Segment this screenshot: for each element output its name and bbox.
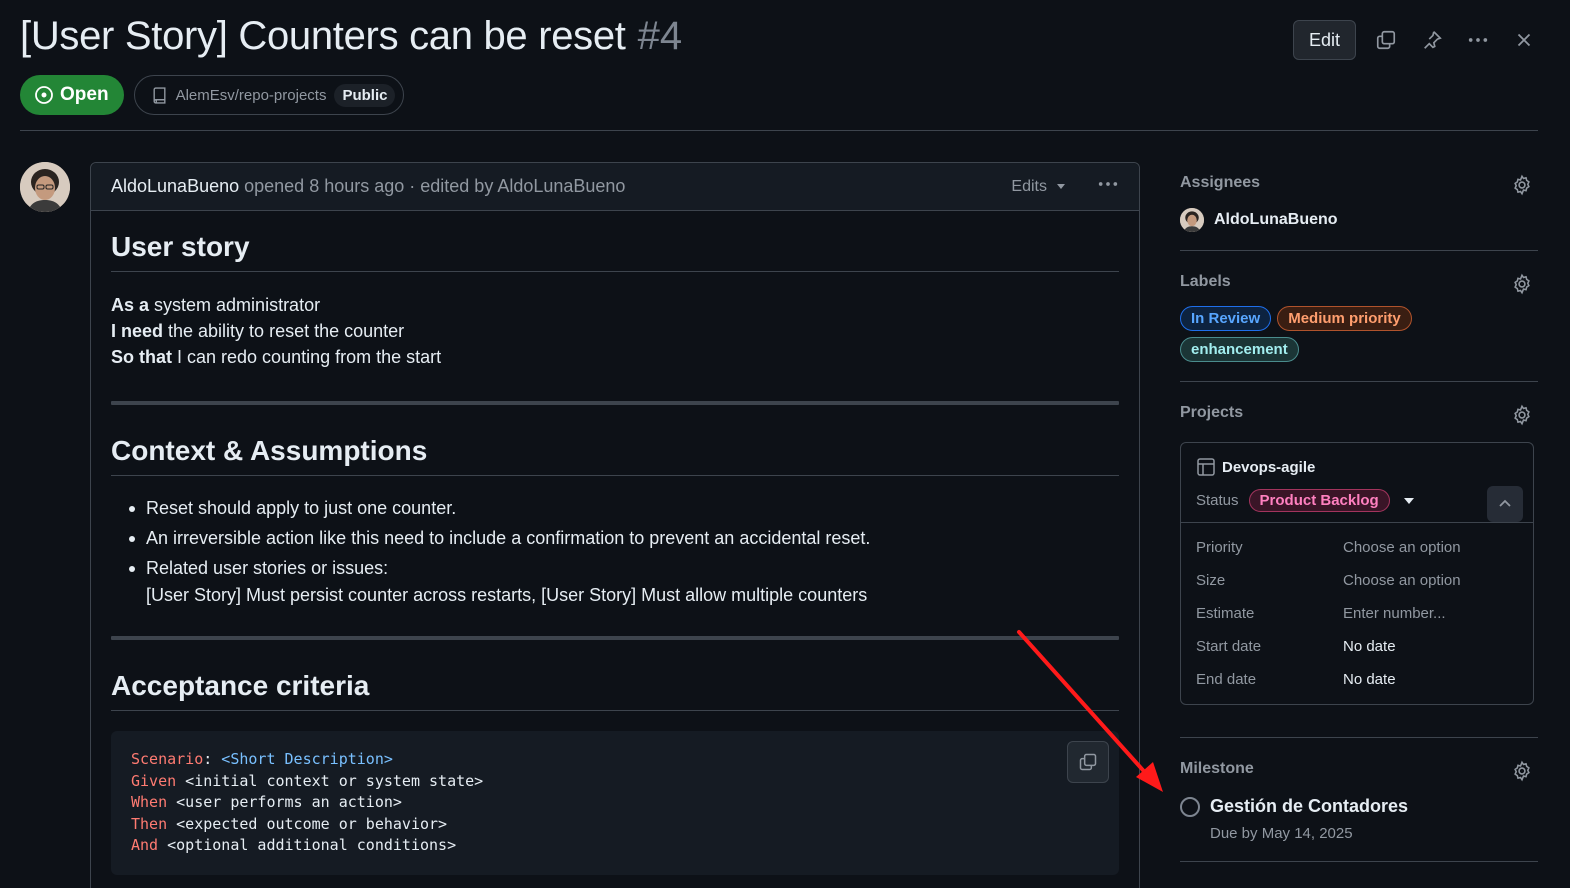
assignee-item[interactable]: AldoLunaBueno <box>1180 208 1538 232</box>
story-i-need: I need the ability to reset the counter <box>111 321 405 341</box>
story-as-a: As a system administrator <box>111 295 321 315</box>
edit-button[interactable]: Edit <box>1292 20 1356 60</box>
state-badge-open: Open <box>20 75 124 115</box>
milestone-title: Milestone <box>1180 760 1254 777</box>
milestone-progress-icon <box>1180 796 1200 817</box>
list-item: An irreversible action like this need to… <box>125 523 1119 553</box>
assignee-name: AldoLunaBueno <box>1214 211 1338 228</box>
heading-acceptance: Acceptance criteria <box>111 670 1119 711</box>
label-enhancement[interactable]: enhancement <box>1180 337 1299 362</box>
issue-meta-row: Open AlemEsv/repo-projects Public <box>20 75 405 115</box>
labels-section: Labels In Review Medium priority enhance… <box>1180 251 1538 382</box>
label-in-review[interactable]: In Review <box>1180 306 1272 331</box>
table-icon <box>1197 458 1215 476</box>
repo-link[interactable]: AlemEsv/repo-projects Public <box>133 75 405 115</box>
issue-page: [User Story] Counters can be reset #4 Ed… <box>0 0 1570 888</box>
issue-title-row: [User Story] Counters can be reset #4 <box>20 14 682 59</box>
more-options-icon[interactable] <box>1462 24 1494 56</box>
project-card-header: Devops-agile Status Product Backlog <box>1181 443 1533 523</box>
section-divider <box>111 636 1119 640</box>
comment-header: AldoLunaBueno opened 8 hours ago · edite… <box>91 163 1139 211</box>
field-estimate[interactable]: Estimate Enter number... <box>1196 597 1518 630</box>
status-value-pill[interactable]: Product Backlog <box>1248 489 1390 512</box>
code-block: Scenario: <Short Description> Given <ini… <box>111 731 1119 875</box>
header-actions: Edit <box>1292 20 1540 60</box>
repo-name: AlemEsv/repo-projects <box>175 86 327 104</box>
pin-icon[interactable] <box>1416 24 1448 56</box>
state-label: Open <box>60 84 109 105</box>
milestone-link[interactable]: Gestión de Contadores <box>1180 796 1538 817</box>
milestone-name: Gestión de Contadores <box>1210 796 1409 816</box>
projects-title: Projects <box>1180 404 1244 421</box>
list-item: Reset should apply to just one counter. <box>125 493 1119 523</box>
comment-body: User story As a system administrator I n… <box>91 231 1139 875</box>
list-item: Related user stories or issues: [User St… <box>125 553 1119 609</box>
author-avatar[interactable] <box>20 162 70 212</box>
heading-user-story: User story <box>111 231 1119 272</box>
project-fields: Priority Choose an option Size Choose an o… <box>1181 523 1533 704</box>
gear-icon[interactable] <box>1511 174 1533 196</box>
repo-icon <box>153 86 166 104</box>
field-priority[interactable]: Priority Choose an option <box>1196 531 1518 564</box>
edits-label: Edits <box>1011 177 1047 195</box>
assignees-title: Assignees <box>1180 174 1261 191</box>
issue-title: [User Story] Counters can be reset <box>20 14 626 58</box>
milestone-due-date: Due by May 14, 2025 <box>1210 825 1353 842</box>
field-start-date[interactable]: Start date No date <box>1196 630 1518 663</box>
visibility-badge: Public <box>334 83 396 107</box>
label-medium-priority[interactable]: Medium priority <box>1277 306 1412 331</box>
avatar <box>1180 208 1204 232</box>
status-label: Status <box>1196 492 1239 509</box>
close-icon[interactable] <box>1508 24 1540 56</box>
issue-number: #4 <box>637 14 683 58</box>
issue-open-icon <box>35 86 53 104</box>
copy-code-icon[interactable] <box>1067 741 1109 783</box>
comment-author[interactable]: AldoLunaBueno <box>111 176 239 197</box>
chevron-up-icon[interactable] <box>1487 486 1523 522</box>
chevron-down-icon <box>1057 184 1065 189</box>
labels-list: In Review Medium priority enhancement <box>1180 306 1430 362</box>
project-card: Devops-agile Status Product Backlog Prio… <box>1180 442 1534 705</box>
heading-context: Context & Assumptions <box>111 435 1119 476</box>
project-status-row: Status Product Backlog <box>1196 489 1523 512</box>
copy-link-icon[interactable] <box>1370 24 1402 56</box>
field-end-date[interactable]: End date No date <box>1196 663 1518 696</box>
gear-icon[interactable] <box>1511 760 1533 782</box>
project-name-link[interactable]: Devops-agile <box>1196 457 1523 477</box>
gear-icon[interactable] <box>1511 404 1533 426</box>
status-dropdown-icon[interactable] <box>1403 497 1414 504</box>
issue-sidebar: Assignees AldoLunaBueno Labels In Review… <box>1180 162 1538 862</box>
field-size[interactable]: Size Choose an option <box>1196 564 1518 597</box>
gear-icon[interactable] <box>1511 273 1533 295</box>
comment-more-icon[interactable] <box>1097 173 1119 201</box>
milestone-section: Milestone Gestión de Contadores Due by M… <box>1180 738 1538 862</box>
section-divider <box>111 401 1119 405</box>
story-so-that: So that I can redo counting from the sta… <box>111 347 442 367</box>
assignees-section: Assignees AldoLunaBueno <box>1180 162 1538 251</box>
edits-dropdown[interactable]: Edits <box>1011 178 1065 196</box>
header-divider <box>20 130 1538 131</box>
related-issues-text: [User Story] Must persist counter across… <box>146 585 868 605</box>
issue-body-comment: AldoLunaBueno opened 8 hours ago · edite… <box>90 162 1140 888</box>
comment-meta: opened 8 hours ago · edited by AldoLunaB… <box>244 176 626 196</box>
context-list: Reset should apply to just one counter. … <box>125 493 1119 609</box>
projects-section: Projects Devops-agile Status Product Bac… <box>1180 382 1538 738</box>
labels-title: Labels <box>1180 273 1231 290</box>
